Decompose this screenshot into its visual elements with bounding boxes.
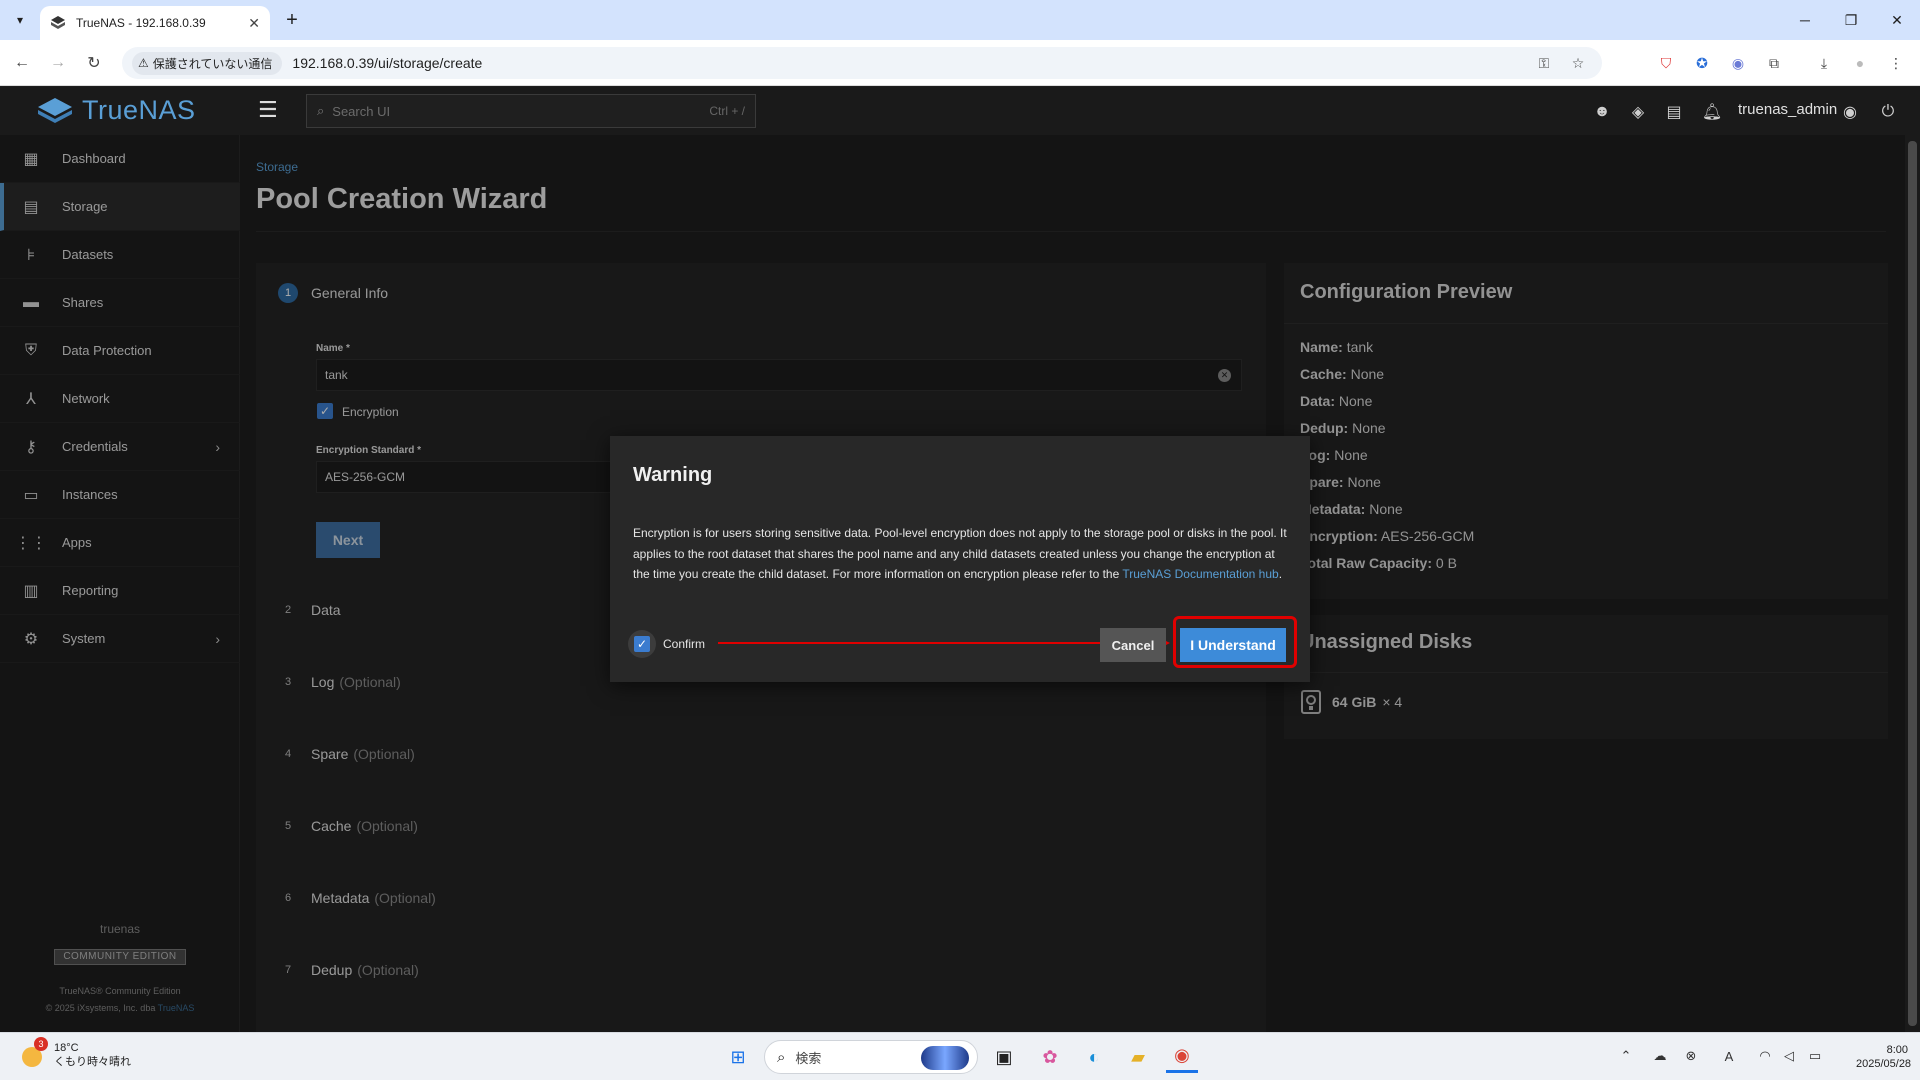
username-label[interactable]: truenas_admin bbox=[1738, 101, 1837, 118]
password-key-icon[interactable]: ⚿ bbox=[1530, 47, 1558, 79]
truecommand-icon[interactable]: ◈ bbox=[1626, 100, 1650, 124]
alerts-bell-icon[interactable]: 🔔︎ bbox=[1700, 100, 1724, 124]
app-topbar: TrueNAS ☰ ⌕ Search UI Ctrl + / ☻ ◈ ▤ 🔔︎ … bbox=[0, 87, 1920, 135]
back-arrow-icon[interactable]: ← bbox=[10, 51, 34, 75]
search-icon: ⌕ bbox=[777, 1048, 786, 1066]
address-bar[interactable]: ⚠ 保護されていない通信 192.168.0.39/ui/storage/cre… bbox=[122, 47, 1602, 79]
browser-menu-icon[interactable]: ⋮ bbox=[1884, 51, 1908, 75]
search-highlight-image bbox=[921, 1046, 969, 1070]
warning-dialog: Warning Encryption is for users storing … bbox=[610, 436, 1310, 682]
jobs-clipboard-icon[interactable]: ▤ bbox=[1662, 100, 1686, 124]
dialog-title: Warning bbox=[633, 464, 713, 486]
search-placeholder: Search UI bbox=[332, 103, 391, 119]
task-view-icon[interactable]: ▣ bbox=[988, 1041, 1020, 1073]
bookmark-star-icon[interactable]: ☆ bbox=[1564, 47, 1592, 79]
tab-title: TrueNAS - 192.168.0.39 bbox=[76, 16, 206, 30]
search-icon: ⌕ bbox=[317, 103, 325, 118]
extensions-puzzle-icon[interactable]: ⧉ bbox=[1762, 51, 1786, 75]
tray-overflow-chevron-icon[interactable]: ⌃ bbox=[1615, 1045, 1637, 1067]
ime-mode-icon[interactable]: A bbox=[1718, 1045, 1740, 1067]
search-ui-input[interactable]: ⌕ Search UI Ctrl + / bbox=[306, 94, 756, 128]
new-tab-plus-icon[interactable]: + bbox=[280, 8, 304, 32]
truenas-logo[interactable]: TrueNAS bbox=[36, 95, 196, 126]
close-window-icon[interactable]: ✕ bbox=[1874, 0, 1920, 40]
browser-tab-active[interactable]: TrueNAS - 192.168.0.39 ✕ bbox=[40, 6, 270, 40]
weather-text: くもり時々晴れ bbox=[54, 1056, 131, 1068]
edge-browser-icon[interactable]: ◐ bbox=[1078, 1041, 1110, 1073]
taskbar-search-text: 検索 bbox=[795, 1050, 822, 1066]
tray-app-x-icon[interactable]: ⊗ bbox=[1680, 1045, 1702, 1067]
security-label: 保護されていない通信 bbox=[152, 56, 273, 71]
system-clock[interactable]: 8:00 2025/05/28 bbox=[1856, 1043, 1912, 1071]
confirm-checkbox-ripple: ✓ bbox=[628, 630, 656, 658]
truenas-favicon-icon bbox=[51, 16, 65, 29]
downloads-icon[interactable]: ⤓ bbox=[1812, 51, 1836, 75]
file-explorer-icon[interactable]: ▰ bbox=[1122, 1041, 1154, 1073]
onedrive-cloud-icon[interactable]: ☁ bbox=[1649, 1045, 1671, 1067]
warning-triangle-icon: ⚠ bbox=[138, 56, 149, 70]
logo-text: TrueNAS bbox=[82, 95, 196, 125]
forward-arrow-icon[interactable]: → bbox=[46, 51, 70, 75]
copilot-icon[interactable]: ✿ bbox=[1034, 1041, 1066, 1073]
reload-icon[interactable]: ↻ bbox=[82, 51, 106, 75]
weather-sun-icon: 3 bbox=[20, 1037, 48, 1069]
temperature: 18°C bbox=[54, 1042, 79, 1054]
search-shortcut: Ctrl + / bbox=[709, 104, 745, 118]
volume-icon[interactable]: ◁ bbox=[1778, 1045, 1800, 1067]
windows-taskbar: 3 18°C くもり時々晴れ ⊞ ⌕ 検索 ▣ ✿ ◐ ▰ ◉ ⌃ ☁ ⊗ A … bbox=[0, 1032, 1920, 1080]
documentation-hub-link[interactable]: TrueNAS Documentation hub bbox=[1122, 567, 1278, 581]
browser-toolbar: ← → ↻ ⚠ 保護されていない通信 192.168.0.39/ui/stora… bbox=[0, 40, 1920, 86]
weather-widget[interactable]: 3 18°C くもり時々晴れ bbox=[20, 1037, 131, 1069]
clock-time: 8:00 bbox=[1886, 1044, 1908, 1056]
power-icon[interactable]: ⏻ bbox=[1876, 100, 1900, 124]
annotation-highlight-box bbox=[1173, 616, 1297, 668]
dialog-message-end: . bbox=[1278, 567, 1283, 581]
taskbar-search[interactable]: ⌕ 検索 bbox=[764, 1040, 978, 1074]
dialog-message: Encryption is for users storing sensitiv… bbox=[633, 523, 1288, 585]
account-circle-icon[interactable]: ◉ bbox=[1838, 100, 1862, 124]
clock-date: 2025/05/28 bbox=[1856, 1058, 1912, 1070]
pocket-extension-icon[interactable]: ⛉ bbox=[1654, 51, 1678, 75]
chrome-browser-icon[interactable]: ◉ bbox=[1166, 1041, 1198, 1073]
security-indicator[interactable]: ⚠ 保護されていない通信 bbox=[132, 51, 283, 75]
windows-start-icon[interactable]: ⊞ bbox=[722, 1041, 754, 1073]
feedback-smiley-icon[interactable]: ☻ bbox=[1590, 100, 1614, 124]
wifi-icon[interactable]: ◠ bbox=[1754, 1045, 1776, 1067]
scrollbar-thumb[interactable] bbox=[1908, 141, 1917, 1026]
tab-search-chevron-icon[interactable]: ▾ bbox=[8, 8, 32, 32]
minimize-window-icon[interactable]: ─ bbox=[1782, 0, 1828, 40]
confirm-checkbox[interactable]: ✓ bbox=[634, 636, 650, 652]
cancel-button[interactable]: Cancel bbox=[1100, 628, 1166, 662]
restore-window-icon[interactable]: ❐ bbox=[1828, 0, 1874, 40]
browser-tab-strip: ▾ TrueNAS - 192.168.0.39 ✕ + ─ ❐ ✕ bbox=[0, 0, 1920, 40]
profile-avatar-icon[interactable]: ● bbox=[1848, 51, 1872, 75]
confirm-label: Confirm bbox=[663, 637, 706, 651]
truenas-logo-icon bbox=[38, 97, 72, 123]
battery-icon[interactable]: ▭ bbox=[1804, 1045, 1826, 1067]
page-scrollbar[interactable] bbox=[1905, 135, 1920, 1032]
menu-hamburger-icon[interactable]: ☰ bbox=[258, 99, 284, 123]
close-tab-icon[interactable]: ✕ bbox=[248, 15, 260, 32]
weather-badge: 3 bbox=[34, 1037, 48, 1051]
annotation-arrow bbox=[718, 642, 1163, 644]
extension-lens-icon[interactable]: ◉ bbox=[1726, 51, 1750, 75]
url-text[interactable]: 192.168.0.39/ui/storage/create bbox=[292, 55, 482, 71]
extension-blue-icon[interactable]: ✪ bbox=[1690, 51, 1714, 75]
